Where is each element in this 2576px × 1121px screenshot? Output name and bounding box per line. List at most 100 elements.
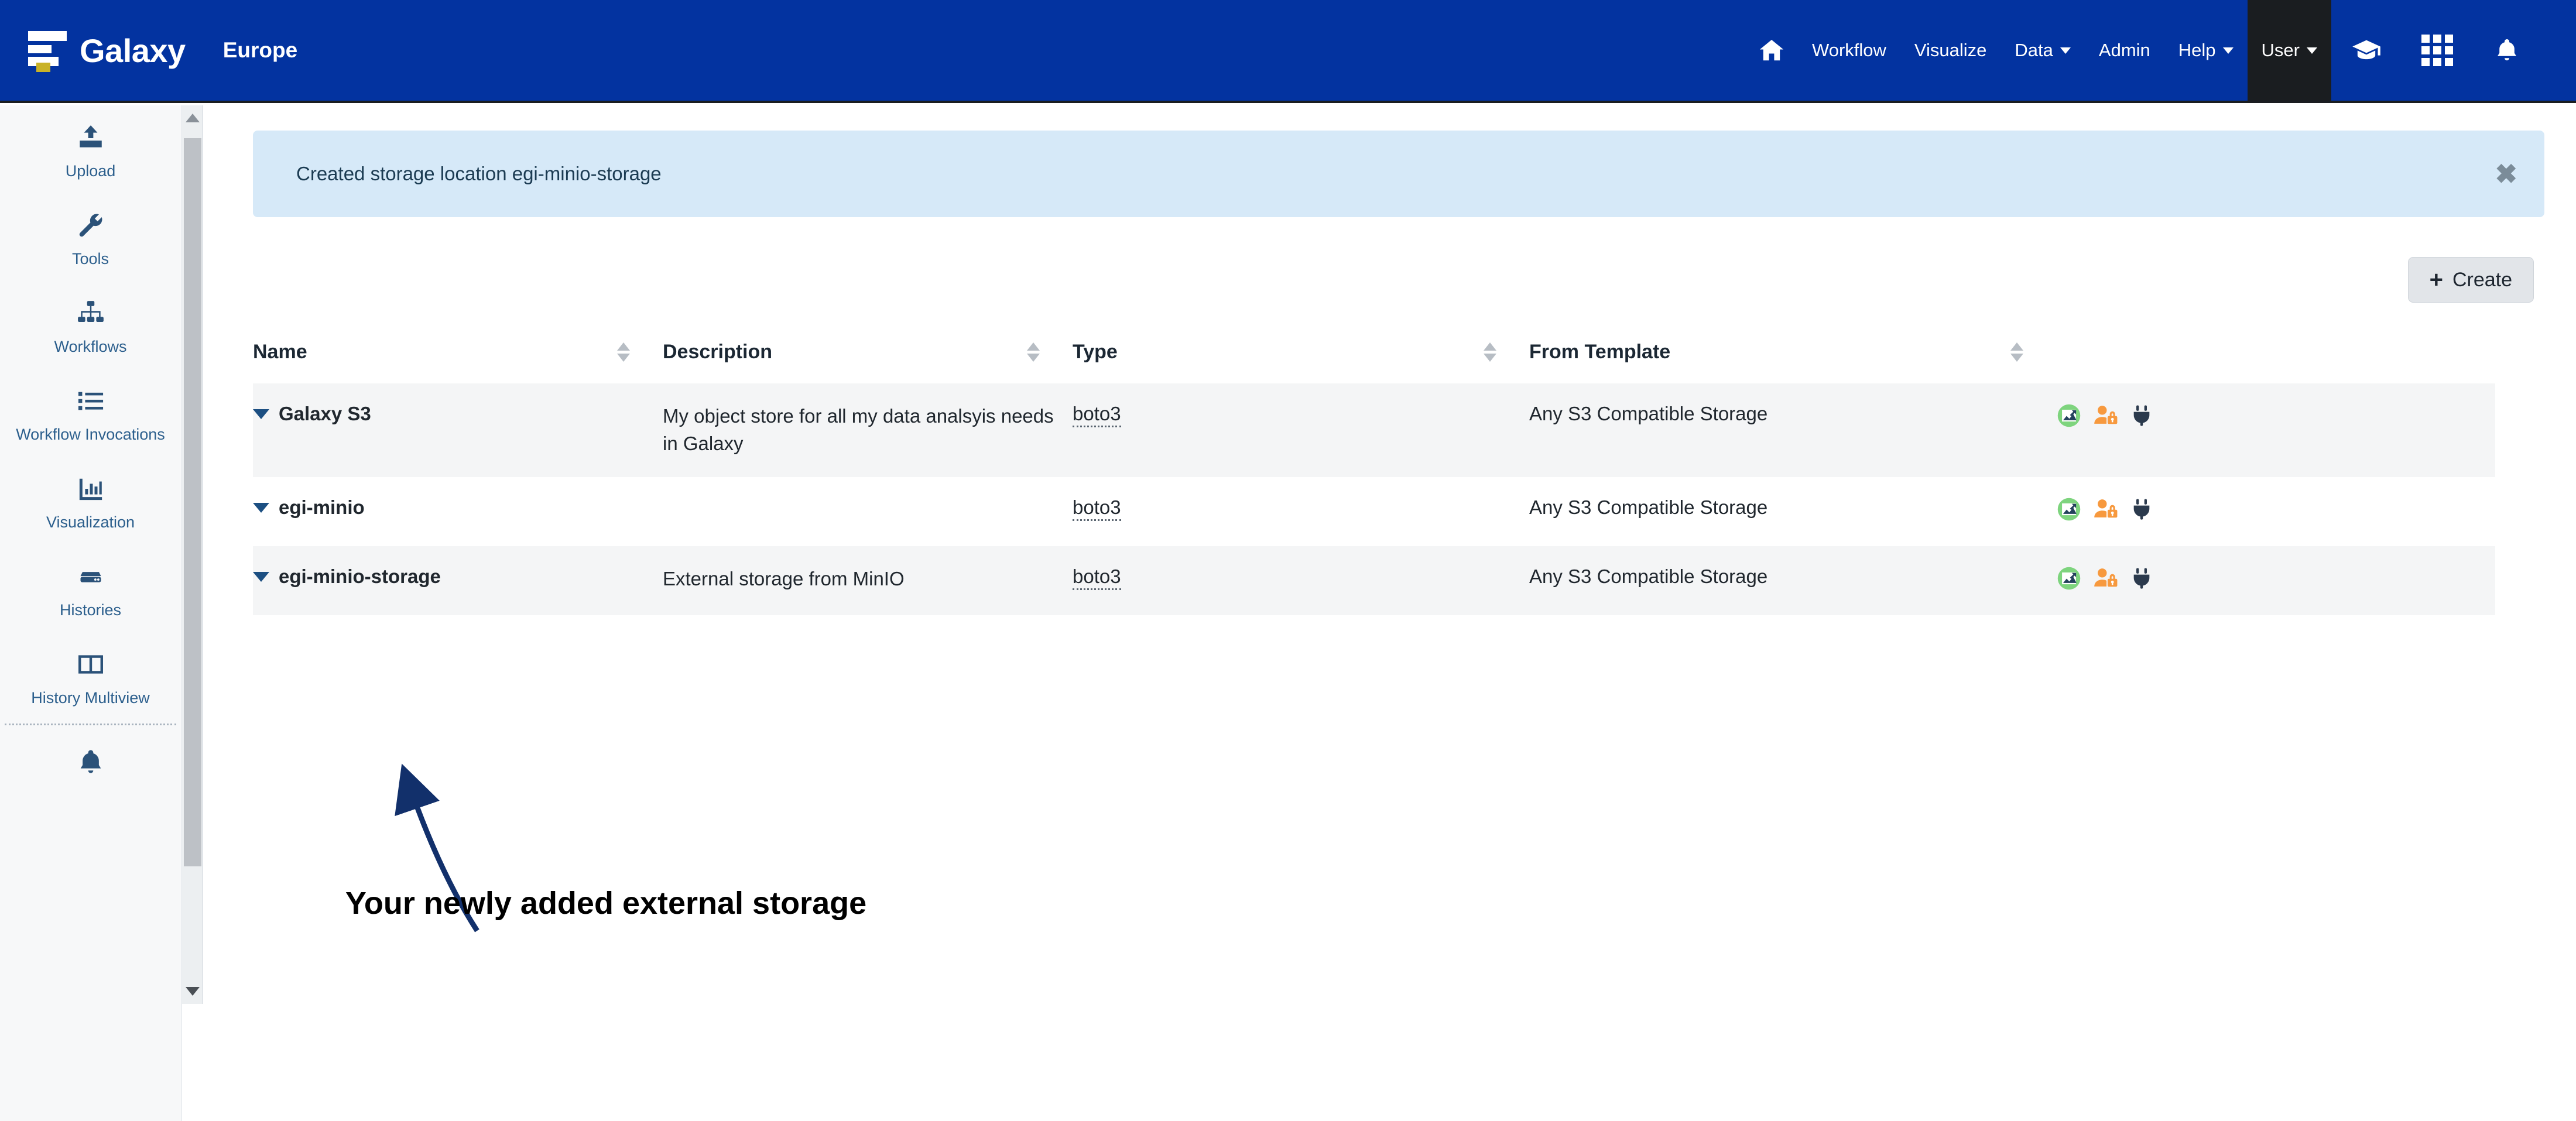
private-user-icon[interactable] xyxy=(2092,496,2119,527)
storage-type-cell: boto3 xyxy=(1073,477,1529,546)
plug-icon[interactable] xyxy=(2130,496,2153,527)
nav-item-visualize[interactable]: Visualize xyxy=(1900,0,2001,102)
sidebar-item-label: Upload xyxy=(65,162,116,180)
chevron-down-icon xyxy=(2222,47,2234,54)
nav-item-admin[interactable]: Admin xyxy=(2085,0,2164,102)
nav-item-label: User xyxy=(2261,40,2300,60)
nav-item-label: Data xyxy=(2015,40,2053,60)
storage-type: boto3 xyxy=(1073,403,1121,427)
enabled-status-icon[interactable] xyxy=(2056,496,2082,527)
sidebar-item-label: History Multiview xyxy=(31,689,150,707)
sidebar-item-upload[interactable]: Upload xyxy=(0,105,181,193)
enabled-status-icon[interactable] xyxy=(2056,403,2082,433)
sidebar-item-workflows[interactable]: Workflows xyxy=(0,281,181,369)
sidebar-item-tools[interactable]: Tools xyxy=(0,193,181,281)
main-content: Created storage location egi-minio-stora… xyxy=(204,105,2576,1121)
sort-icon[interactable] xyxy=(617,342,630,362)
storage-name-cell[interactable]: egi-minio-storage xyxy=(253,546,663,615)
caret-down-icon[interactable] xyxy=(253,502,269,513)
nav-item-data[interactable]: Data xyxy=(2000,0,2084,102)
private-user-icon[interactable] xyxy=(2092,565,2119,596)
column-header-from-template[interactable]: From Template xyxy=(1529,335,2056,383)
scrollbar-thumb[interactable] xyxy=(184,138,201,866)
instance-name: Europe xyxy=(222,38,298,62)
table-header-row: Name Description Type From Template xyxy=(253,335,2495,383)
chevron-down-icon xyxy=(2307,47,2317,54)
create-button-label: Create xyxy=(2452,268,2512,291)
column-header-description[interactable]: Description xyxy=(663,335,1073,383)
nav-item-help[interactable]: Help xyxy=(2164,0,2248,102)
sidebar-item-workflow-invocations[interactable]: Workflow Invocations xyxy=(0,369,181,457)
graduation-cap-icon[interactable] xyxy=(2331,0,2402,102)
sidebar-item-label: Tools xyxy=(71,250,109,268)
table-row[interactable]: egi-minio-storage External storage from … xyxy=(253,546,2495,615)
storage-type-cell: boto3 xyxy=(1073,546,1529,615)
sidebar-item-histories[interactable]: Histories xyxy=(0,544,181,632)
nav-right-icons xyxy=(2331,0,2541,102)
create-button[interactable]: + Create xyxy=(2407,257,2534,303)
storage-name: Galaxy S3 xyxy=(279,403,371,424)
brand[interactable]: Galaxy Europe xyxy=(0,30,298,72)
status-alert: Created storage location egi-minio-stora… xyxy=(253,131,2544,217)
column-header-type[interactable]: Type xyxy=(1073,335,1529,383)
top-navbar: Galaxy Europe Workflow Visualize Data Ad… xyxy=(0,0,2576,103)
storage-actions-cell xyxy=(2056,477,2495,546)
storage-type: boto3 xyxy=(1073,565,1121,590)
toolbar: + Create xyxy=(204,217,2576,303)
wrench-icon xyxy=(76,208,106,242)
sidebar-notifications[interactable] xyxy=(0,725,181,779)
alert-message: Created storage location egi-minio-stora… xyxy=(296,163,662,184)
nav-item-label: Visualize xyxy=(1914,40,1987,60)
plug-icon[interactable] xyxy=(2130,565,2153,596)
caret-down-icon[interactable] xyxy=(253,409,269,419)
annotation-text: Your newly added external storage xyxy=(345,886,867,921)
sort-icon[interactable] xyxy=(1027,342,1040,362)
columns-icon xyxy=(76,647,106,681)
left-sidebar: Upload Tools Workflows Workflow Invocati… xyxy=(0,105,181,1121)
list-icon xyxy=(76,384,106,418)
plug-icon[interactable] xyxy=(2130,403,2153,433)
table-row[interactable]: Galaxy S3 My object store for all my dat… xyxy=(253,383,2495,477)
nav-item-label: Workflow xyxy=(1812,40,1886,60)
storage-locations-table: Name Description Type From Template Gala… xyxy=(253,335,2495,615)
private-user-icon[interactable] xyxy=(2092,403,2119,433)
sidebar-item-history-multiview[interactable]: History Multiview xyxy=(0,632,181,720)
sort-icon[interactable] xyxy=(1484,342,1496,362)
caret-down-icon[interactable] xyxy=(253,571,269,582)
sitemap-icon xyxy=(75,296,107,330)
galaxy-logo-icon xyxy=(28,30,67,72)
sidebar-scrollbar[interactable] xyxy=(182,105,203,1004)
bell-icon[interactable] xyxy=(2473,0,2541,102)
nav-item-workflow[interactable]: Workflow xyxy=(1798,0,1900,102)
close-icon[interactable]: ✖ xyxy=(2495,160,2517,187)
storage-name-cell[interactable]: Galaxy S3 xyxy=(253,383,663,477)
column-label: Type xyxy=(1073,341,1118,363)
storage-description xyxy=(663,477,1073,546)
sidebar-item-visualization[interactable]: Visualization xyxy=(0,457,181,544)
scroll-up-icon[interactable] xyxy=(186,114,200,122)
column-label: Name xyxy=(253,341,307,363)
storage-template: Any S3 Compatible Storage xyxy=(1529,383,2056,477)
storage-type-cell: boto3 xyxy=(1073,383,1529,477)
sidebar-item-label: Histories xyxy=(59,601,122,619)
scroll-down-icon[interactable] xyxy=(186,987,200,996)
grid-apps-icon[interactable] xyxy=(2402,0,2473,102)
storage-description: External storage from MinIO xyxy=(663,546,1073,615)
nav-item-label: Help xyxy=(2178,40,2216,60)
enabled-status-icon[interactable] xyxy=(2056,565,2082,596)
storage-actions-cell xyxy=(2056,546,2495,615)
sidebar-item-label: Visualization xyxy=(46,513,135,532)
table-row[interactable]: egi-minio boto3 Any S3 Compatible Storag… xyxy=(253,477,2495,546)
nav-item-user[interactable]: User xyxy=(2247,0,2331,102)
home-icon[interactable] xyxy=(1745,37,1798,64)
brand-title: Galaxy xyxy=(80,32,186,69)
plus-icon: + xyxy=(2429,267,2443,293)
storage-name-cell[interactable]: egi-minio xyxy=(253,477,663,546)
column-label: From Template xyxy=(1529,341,1671,363)
histories-icon xyxy=(74,560,107,594)
storage-name: egi-minio-storage xyxy=(279,565,441,587)
bell-icon xyxy=(76,745,106,779)
sort-icon[interactable] xyxy=(2010,342,2023,362)
storage-actions-cell xyxy=(2056,383,2495,477)
column-header-name[interactable]: Name xyxy=(253,335,663,383)
